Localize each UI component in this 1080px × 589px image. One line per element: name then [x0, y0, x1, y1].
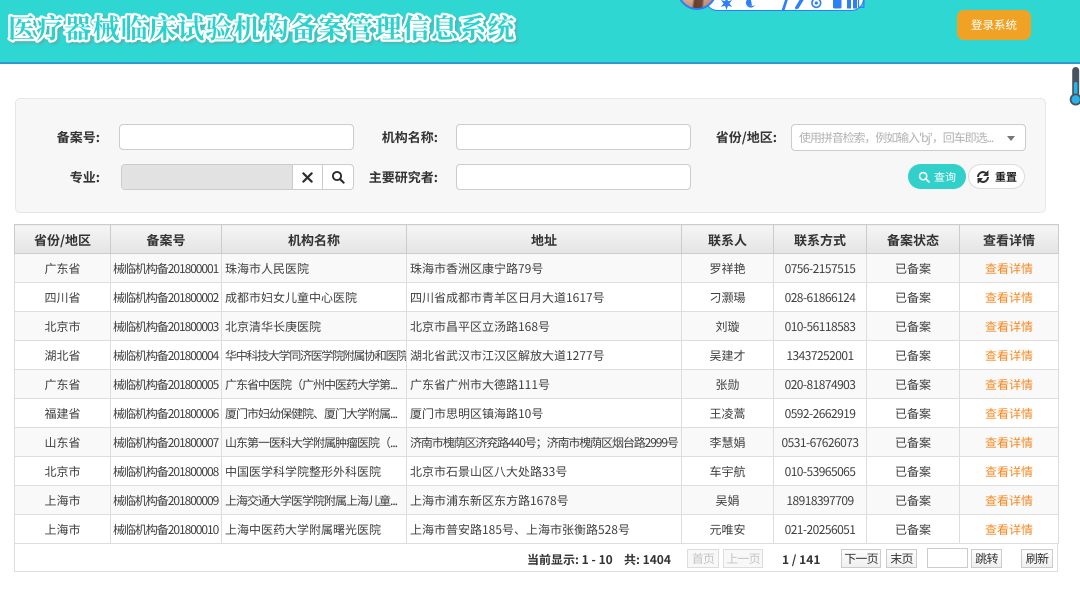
svg-text:医疗器械临床试验机构备案管理信息系统: 医疗器械临床试验机构备案管理信息系统: [8, 7, 516, 46]
